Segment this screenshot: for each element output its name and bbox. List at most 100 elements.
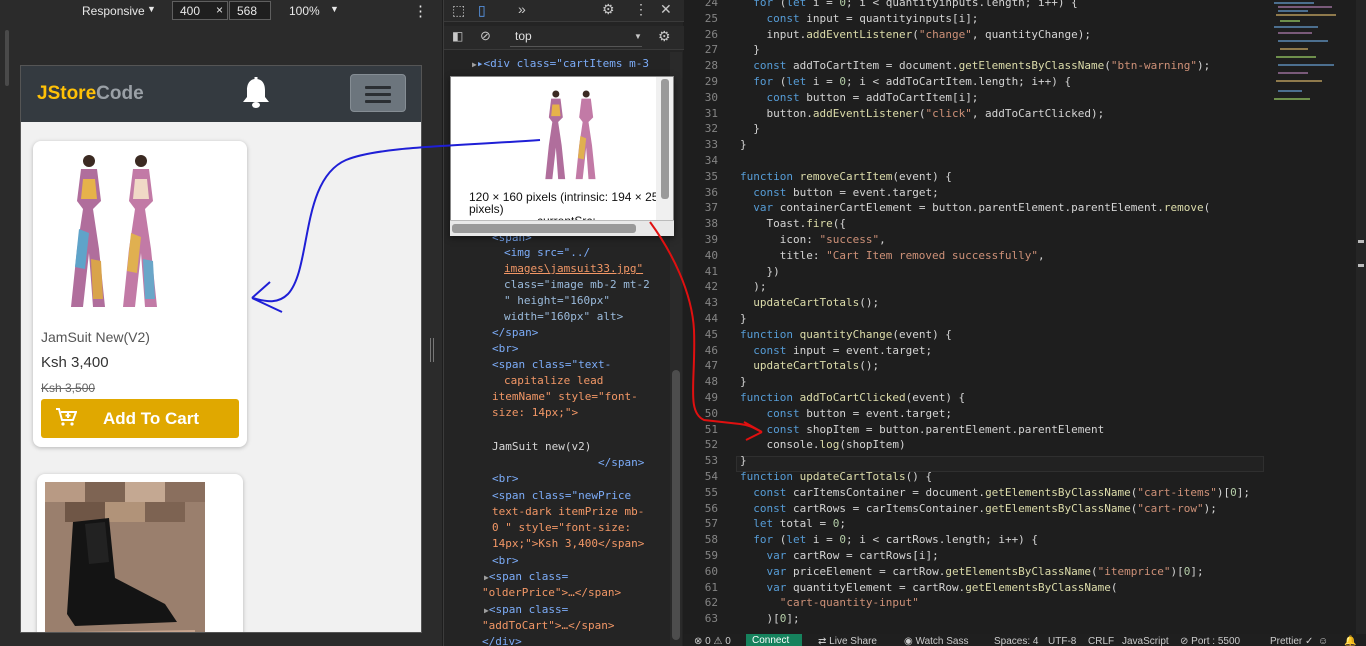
minimap[interactable] [1274, 0, 1354, 110]
tree-node[interactable]: <br> [492, 553, 519, 569]
line-number[interactable]: 35 [684, 170, 718, 183]
line-number[interactable]: 32 [684, 122, 718, 135]
line-number[interactable]: 36 [684, 186, 718, 199]
line-number[interactable]: 33 [684, 138, 718, 151]
language-mode[interactable]: JavaScript [1122, 636, 1169, 646]
product-image-jamsuit[interactable] [53, 149, 177, 317]
line-number[interactable]: 47 [684, 359, 718, 372]
notifications-icon[interactable]: 🔔 [1344, 636, 1356, 646]
watch-sass-button[interactable]: ◉ Watch Sass [904, 636, 969, 646]
navbar-toggler-button[interactable] [350, 74, 406, 112]
line-number[interactable]: 60 [684, 565, 718, 578]
encoding-setting[interactable]: UTF-8 [1048, 636, 1076, 646]
product-image-boot[interactable] [45, 482, 205, 633]
zoom-chevron-icon[interactable]: ▼ [330, 4, 339, 14]
add-to-cart-button[interactable]: Add To Cart [41, 399, 239, 438]
bell-icon[interactable] [239, 76, 273, 110]
line-number[interactable]: 28 [684, 59, 718, 72]
line-number[interactable]: 44 [684, 312, 718, 325]
prettier-status[interactable]: Prettier ✓ [1270, 636, 1313, 646]
close-icon[interactable]: ✕ [660, 1, 672, 18]
tree-node[interactable]: <img src="../ [504, 245, 590, 261]
problems-indicator[interactable]: ⊗ 0 ⚠ 0 [694, 636, 731, 646]
tree-node[interactable]: </div> [482, 634, 522, 646]
chevron-down-icon[interactable]: ▼ [147, 4, 156, 14]
tree-node[interactable]: images\jamsuit33.jpg" [504, 261, 643, 277]
more-options-icon[interactable]: ⋮ [413, 2, 428, 20]
line-number[interactable]: 52 [684, 438, 718, 451]
line-number[interactable]: 49 [684, 391, 718, 404]
height-input[interactable]: 568 [229, 1, 271, 20]
line-number[interactable]: 29 [684, 75, 718, 88]
tree-node[interactable]: "olderPrice">…</span> [482, 585, 621, 601]
code-editor[interactable]: 24 for (let i = 0; i < quantityinputs.le… [684, 0, 1366, 634]
line-number[interactable]: 40 [684, 249, 718, 262]
line-number[interactable]: 57 [684, 517, 718, 530]
line-number[interactable]: 58 [684, 533, 718, 546]
line-number[interactable]: 50 [684, 407, 718, 420]
live-server-port[interactable]: ⊘ Port : 5500 [1180, 636, 1240, 646]
line-number[interactable]: 51 [684, 423, 718, 436]
line-number[interactable]: 61 [684, 581, 718, 594]
site-brand[interactable]: JStoreCode [37, 83, 144, 105]
line-number[interactable]: 45 [684, 328, 718, 341]
inspect-element-icon[interactable]: ⬚ [452, 2, 465, 19]
line-number[interactable]: 55 [684, 486, 718, 499]
line-number[interactable]: 37 [684, 201, 718, 214]
line-number[interactable]: 48 [684, 375, 718, 388]
line-number[interactable]: 27 [684, 43, 718, 56]
tree-node[interactable]: ▶▸<div class="cartItems m-3 [472, 56, 649, 73]
live-share-button[interactable]: ⇄ Live Share [818, 636, 877, 646]
line-number[interactable]: 56 [684, 502, 718, 515]
more-tabs-icon[interactable]: » [518, 1, 526, 17]
line-number[interactable]: 54 [684, 470, 718, 483]
line-number[interactable]: 30 [684, 91, 718, 104]
tree-node[interactable]: <br> [492, 341, 519, 357]
indentation-setting[interactable]: Spaces: 4 [994, 636, 1038, 646]
tree-node[interactable]: <span class="text- [492, 357, 611, 373]
tree-node[interactable]: "addToCart">…</span> [482, 618, 614, 634]
console-settings-icon[interactable]: ⚙ [658, 28, 671, 45]
line-number[interactable]: 39 [684, 233, 718, 246]
tree-node[interactable]: <span class="newPrice [492, 488, 631, 504]
line-number[interactable]: 31 [684, 107, 718, 120]
line-number[interactable]: 41 [684, 265, 718, 278]
line-number[interactable]: 24 [684, 0, 718, 9]
context-select[interactable]: top [510, 29, 642, 47]
elements-scrollbar-thumb[interactable] [672, 370, 680, 640]
line-number[interactable]: 53 [684, 454, 718, 467]
line-number[interactable]: 63 [684, 612, 718, 625]
editor-scrollbar[interactable] [1356, 0, 1366, 634]
line-number[interactable]: 42 [684, 280, 718, 293]
tooltip-horizontal-scrollbar[interactable] [450, 220, 674, 236]
line-number[interactable]: 62 [684, 596, 718, 609]
device-toolbar-icon[interactable]: ▯ [478, 2, 486, 19]
line-number[interactable]: 26 [684, 28, 718, 41]
line-number[interactable]: 46 [684, 344, 718, 357]
zoom-dropdown[interactable]: 100% [289, 4, 320, 18]
connect-button[interactable]: Connect [746, 634, 802, 646]
tooltip-vertical-scroll-thumb[interactable] [661, 79, 669, 199]
sidebar-toggle-icon[interactable]: ◧ [452, 29, 463, 43]
img-src-link[interactable]: images\jamsuit33.jpg" [504, 262, 643, 275]
tree-node[interactable]: ▶<span class= [484, 602, 568, 619]
tree-node[interactable]: ▶<span class= [484, 569, 568, 586]
pane-splitter[interactable] [430, 338, 434, 362]
line-number[interactable]: 25 [684, 12, 718, 25]
clear-console-icon[interactable]: ⊘ [480, 28, 491, 44]
tooltip-vertical-scrollbar[interactable] [656, 77, 673, 220]
more-options-icon[interactable]: ⋮ [634, 1, 648, 18]
line-number[interactable]: 38 [684, 217, 718, 230]
tree-node[interactable]: </span> [492, 325, 538, 341]
line-number[interactable]: 34 [684, 154, 718, 167]
eol-setting[interactable]: CRLF [1088, 636, 1114, 646]
feedback-icon[interactable]: ☺ [1318, 636, 1328, 646]
chevron-down-icon[interactable]: ▼ [634, 32, 642, 41]
line-number[interactable]: 43 [684, 296, 718, 309]
line-number[interactable]: 59 [684, 549, 718, 562]
tree-node[interactable]: </span> [598, 455, 644, 471]
tooltip-horizontal-scroll-thumb[interactable] [452, 224, 636, 233]
responsive-dropdown[interactable]: Responsive [82, 4, 145, 18]
settings-icon[interactable]: ⚙ [602, 1, 615, 18]
resize-handle[interactable] [5, 30, 9, 86]
